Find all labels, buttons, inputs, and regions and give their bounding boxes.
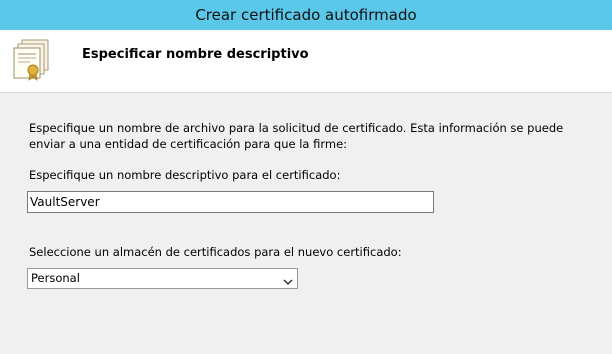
friendly-name-input[interactable] [27,191,434,213]
window-titlebar[interactable]: Crear certificado autofirmado [0,0,612,30]
wizard-header: Especificar nombre descriptivo [0,30,612,93]
page-heading: Especificar nombre descriptivo [82,47,309,62]
certificate-icon [12,38,52,82]
certificate-store-value: Personal [31,271,80,285]
window-title: Crear certificado autofirmado [195,6,417,24]
chevron-down-icon [282,273,294,286]
certificate-store-select[interactable]: Personal [27,268,298,289]
wizard-content: Especifique un nombre de archivo para la… [0,93,612,354]
description-text: Especifique un nombre de archivo para la… [29,121,564,151]
friendly-name-label: Especifique un nombre descriptivo para e… [29,168,341,182]
certificate-store-label: Seleccione un almacén de certificados pa… [29,245,402,259]
